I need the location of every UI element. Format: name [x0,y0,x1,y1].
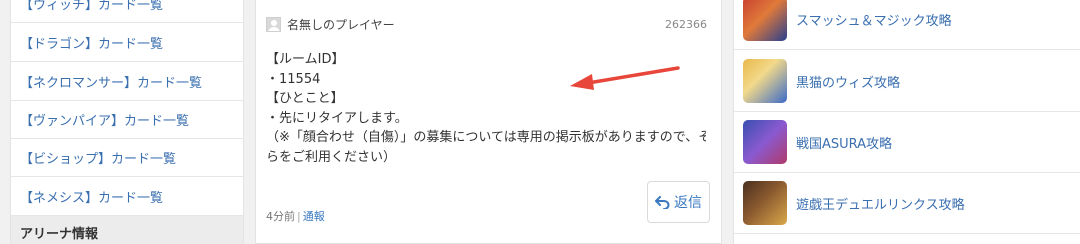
reply-label: 返信 [674,195,702,211]
comment-line: らをご利用ください） [266,149,397,165]
game-name: 戦国ASURA攻略 [796,136,893,152]
comment-username: 名無しのプレイヤー [287,18,395,32]
sidebar-item-dragon[interactable]: 【ドラゴン】カード一覧 [11,24,243,62]
comment-id: 262366 [665,18,707,31]
comment-header: 名無しのプレイヤー [266,16,395,33]
game-item-smash-magic[interactable]: スマッシュ＆マジック攻略 [734,0,1080,50]
footer-separator: | [297,210,301,223]
game-item-sengoku-asura[interactable]: 戦国ASURA攻略 [734,112,1080,173]
reply-button[interactable]: 返信 [647,181,710,223]
reply-arrow-icon [655,195,670,209]
comment-time: 4分前 [266,210,295,223]
comment-line: （※「顔合わせ（自傷）」の募集については専用の掲示板がありますので、そちら [266,130,706,145]
sidebar-item-necromancer[interactable]: 【ネクロマンサー】カード一覧 [11,63,243,101]
sidebar-item-vampire[interactable]: 【ヴァンパイア】カード一覧 [11,101,243,139]
comment-line: ・先にリタイアします。 [266,110,408,126]
game-thumbnail [743,120,787,164]
game-name: 遊戯王デュエルリンクス攻略 [796,197,965,213]
avatar [266,17,281,32]
game-thumbnail [743,181,787,225]
sidebar-item-bishop[interactable]: 【ビショップ】カード一覧 [11,139,243,177]
sidebar-item-witch[interactable]: 【ウィッチ】カード一覧 [11,0,243,23]
game-thumbnail [743,0,787,41]
game-list: スマッシュ＆マジック攻略 黒猫のウィズ攻略 戦国ASURA攻略 遊戯王デュエルリ… [733,0,1080,244]
game-thumbnail [743,59,787,103]
comment-card: 名無しのプレイヤー 262366 【ルームID】 ・11554 【ひとこと】 ・… [255,0,722,244]
annotation-arrow-icon [570,66,680,90]
game-name: スマッシュ＆マジック攻略 [796,13,952,29]
game-name: 黒猫のウィズ攻略 [796,75,901,91]
report-link[interactable]: 通報 [303,210,325,223]
game-item-yugioh-duel-links[interactable]: 遊戯王デュエルリンクス攻略 [734,173,1080,234]
arena-info-heading: アリーナ情報 [11,216,243,244]
card-list-sidebar: 【ウィッチ】カード一覧 【ドラゴン】カード一覧 【ネクロマンサー】カード一覧 【… [10,0,244,244]
game-item-kuroneko-wiz[interactable]: 黒猫のウィズ攻略 [734,51,1080,112]
sidebar-item-nemesis[interactable]: 【ネメシス】カード一覧 [11,178,243,216]
comment-footer: 4分前 | 通報 [266,208,325,224]
